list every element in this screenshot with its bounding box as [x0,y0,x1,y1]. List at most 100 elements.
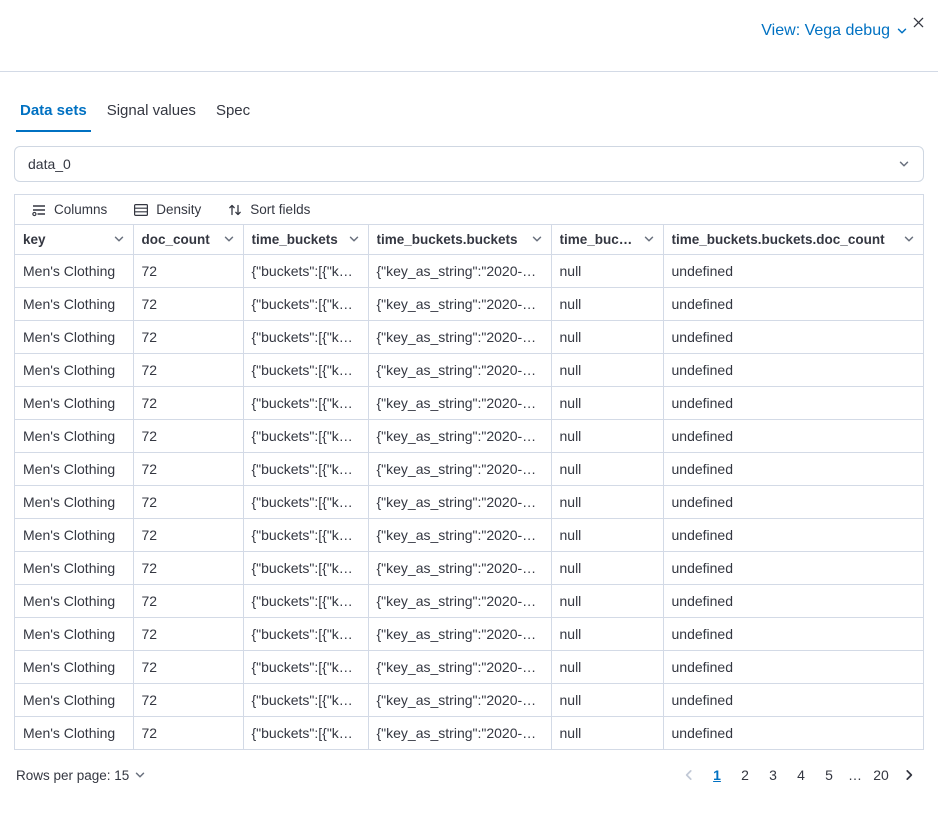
page-button-2[interactable]: 2 [732,762,758,788]
grid-cell: {"key_as_string":"2020-… [368,551,551,584]
column-header-key[interactable]: key [15,225,133,254]
grid-cell: undefined [663,386,923,419]
tab-spec[interactable]: Spec [212,102,254,132]
grid-cell: undefined [663,650,923,683]
grid-cell: Men's Clothing [15,683,133,716]
dataset-select[interactable]: data_0 [14,146,924,182]
grid-cell: undefined [663,485,923,518]
grid-cell: {"buckets":[{"k… [243,386,368,419]
grid-cell: {"buckets":[{"k… [243,584,368,617]
view-selector-label: View: Vega debug [761,22,890,40]
chevron-down-icon [896,25,908,37]
table-row: Men's Clothing72{"buckets":[{"k…{"key_as… [15,518,923,551]
table-row: Men's Clothing72{"buckets":[{"k…{"key_as… [15,650,923,683]
page-button-3[interactable]: 3 [760,762,786,788]
chevron-down-icon [898,158,910,170]
grid-footer: Rows per page: 15 12345…20 [0,750,938,788]
grid-cell: {"key_as_string":"2020-… [368,320,551,353]
grid-cell: {"buckets":[{"k… [243,485,368,518]
grid-cell: {"buckets":[{"k… [243,452,368,485]
chevron-down-icon[interactable] [223,233,235,245]
grid-cell: null [551,518,663,551]
data-grid: ColumnsDensitySort fields keydoc_countti… [14,194,924,750]
close-icon[interactable] [908,12,928,32]
column-header-time_buckets.buckets[interactable]: time_buckets.buckets [368,225,551,254]
grid-cell: {"buckets":[{"k… [243,287,368,320]
grid-cell: null [551,254,663,287]
grid-cell: 72 [133,518,243,551]
grid-body: Men's Clothing72{"buckets":[{"k…{"key_as… [15,254,923,749]
column-header-doc_count[interactable]: doc_count [133,225,243,254]
grid-cell: undefined [663,551,923,584]
grid-cell: {"key_as_string":"2020-… [368,287,551,320]
grid-cell: 72 [133,287,243,320]
column-header-time_buckets[interactable]: time_buckets [243,225,368,254]
grid-cell: Men's Clothing [15,716,133,749]
column-header-time_buckets.buckets.doc_count[interactable]: time_buckets.buckets.doc_count [663,225,923,254]
grid-cell: 72 [133,320,243,353]
grid-cell: undefined [663,353,923,386]
chevron-down-icon[interactable] [348,233,360,245]
grid-cell: null [551,584,663,617]
next-page-icon[interactable] [896,762,922,788]
column-header-label: time_buckets.buckets [377,232,518,247]
grid-cell: {"buckets":[{"k… [243,617,368,650]
grid-cell: null [551,485,663,518]
grid-cell: {"buckets":[{"k… [243,683,368,716]
columns-button[interactable]: Columns [23,199,115,221]
pagination: 12345…20 [676,762,922,788]
grid-cell: {"key_as_string":"2020-… [368,518,551,551]
grid-cell: 72 [133,716,243,749]
grid-cell: Men's Clothing [15,551,133,584]
sort-fields-button[interactable]: Sort fields [219,199,318,221]
page-button-5[interactable]: 5 [816,762,842,788]
table-row: Men's Clothing72{"buckets":[{"k…{"key_as… [15,584,923,617]
table-row: Men's Clothing72{"buckets":[{"k…{"key_as… [15,353,923,386]
grid-cell: 72 [133,485,243,518]
rows-per-page-button[interactable]: Rows per page: 15 [16,768,146,783]
page-button-20[interactable]: 20 [868,762,894,788]
density-label: Density [156,202,201,217]
grid-cell: Men's Clothing [15,518,133,551]
grid-cell: {"key_as_string":"2020-… [368,650,551,683]
columns-icon [31,202,47,218]
chevron-down-icon[interactable] [113,233,125,245]
grid-cell: 72 [133,386,243,419]
grid-cell: undefined [663,584,923,617]
grid-cell: null [551,287,663,320]
grid-cell: {"key_as_string":"2020-… [368,419,551,452]
previous-page-icon[interactable] [676,762,702,788]
chevron-down-icon[interactable] [643,233,655,245]
data-table: key doc_counttime_buckets time_buckets.buc… [15,225,923,749]
vega-debug-flyout: { "colors": { "accent": "#0071c2", "bord… [0,0,938,819]
column-header-time_buck[interactable]: time_buck… [551,225,663,254]
grid-cell: 72 [133,551,243,584]
tab-signal-values[interactable]: Signal values [103,102,200,132]
grid-cell: undefined [663,683,923,716]
grid-cell: 72 [133,683,243,716]
page-button-4[interactable]: 4 [788,762,814,788]
column-header-label: key [23,232,46,247]
tab-data-sets[interactable]: Data sets [16,102,91,132]
view-selector-button[interactable]: View: Vega debug [761,22,908,40]
table-row: Men's Clothing72{"buckets":[{"k…{"key_as… [15,452,923,485]
chevron-down-icon[interactable] [531,233,543,245]
density-button[interactable]: Density [125,199,209,221]
grid-cell: 72 [133,650,243,683]
grid-cell: undefined [663,287,923,320]
grid-cell: Men's Clothing [15,650,133,683]
grid-toolbar: Columns Density Sort fields [15,195,923,225]
grid-cell: undefined [663,716,923,749]
grid-cell: null [551,716,663,749]
grid-cell: 72 [133,353,243,386]
grid-cell: null [551,683,663,716]
grid-cell: {"buckets":[{"k… [243,419,368,452]
chevron-down-icon [134,769,146,781]
chevron-down-icon[interactable] [903,233,915,245]
page-button-1[interactable]: 1 [704,762,730,788]
column-header-label: time_buckets.buckets.doc_count [672,232,885,247]
table-row: Men's Clothing72{"buckets":[{"k…{"key_as… [15,254,923,287]
grid-cell: {"key_as_string":"2020-… [368,617,551,650]
grid-cell: null [551,452,663,485]
grid-cell: Men's Clothing [15,485,133,518]
